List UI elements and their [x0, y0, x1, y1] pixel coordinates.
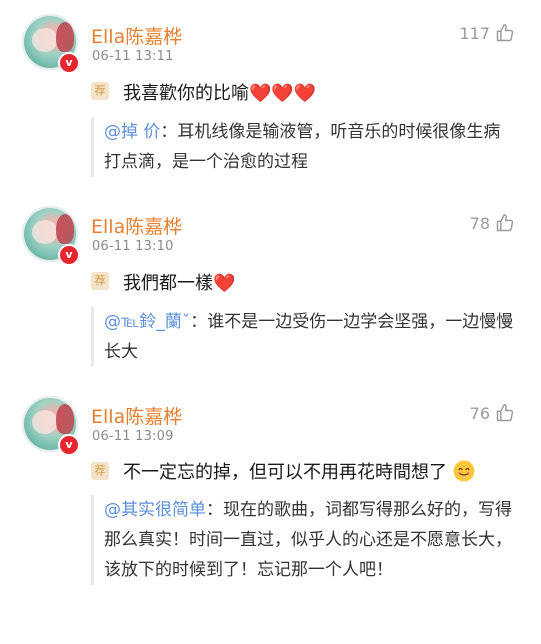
username[interactable]: Ella陈嘉桦	[91, 212, 182, 239]
avatar-face	[32, 410, 58, 434]
recommend-tag: 荐	[91, 82, 109, 100]
heart-emoji: ❤️❤️❤️	[249, 83, 317, 104]
username[interactable]: Ella陈嘉桦	[91, 402, 182, 429]
comment-text: 我喜歡你的比喻❤️❤️❤️	[123, 79, 316, 105]
quoted-reply[interactable]: @℡鈴_蘭ˇ：谁不是一边受伤一边学会坚强，一边慢慢长大	[91, 307, 514, 367]
comment-list: v Ella陈嘉桦 06-11 13:11 117 荐 我喜歡你的比喻❤️❤️❤…	[0, 0, 541, 644]
comment-text-content: 不一定忘的掉，但可以不用再花時間想了	[123, 462, 447, 483]
like-button[interactable]: 78	[470, 213, 515, 233]
reply-username[interactable]: @掉 价	[104, 122, 160, 142]
verified-v-badge-icon: v	[58, 244, 80, 266]
like-button[interactable]: 76	[470, 403, 515, 423]
avatar-hair	[56, 214, 74, 244]
avatar-face	[32, 220, 58, 244]
reply-username[interactable]: @其实很简单	[104, 500, 206, 520]
thumbs-up-icon	[496, 403, 514, 422]
comment-text: 我們都一樣❤️	[123, 269, 235, 295]
like-button[interactable]: 117	[459, 23, 515, 43]
recommend-tag: 荐	[91, 462, 109, 480]
thumbs-up-icon	[496, 23, 514, 42]
comment-text-content: 我們都一樣	[123, 273, 213, 294]
recommend-tag: 荐	[91, 272, 109, 290]
smiling-face-emoji-icon	[453, 460, 475, 482]
comment-text: 不一定忘的掉，但可以不用再花時間想了	[123, 458, 475, 484]
reply-username[interactable]: @℡鈴_蘭ˇ	[104, 312, 190, 332]
heart-emoji: ❤️	[213, 273, 236, 294]
like-count: 76	[469, 403, 490, 423]
comment-text-content: 我喜歡你的比喻	[123, 83, 249, 104]
timestamp: 06-11 13:09	[92, 429, 174, 444]
quoted-reply[interactable]: @掉 价：耳机线像是输液管，听音乐的时候很像生病打点滴，是一个治愈的过程	[91, 117, 514, 177]
username[interactable]: Ella陈嘉桦	[91, 22, 182, 49]
verified-v-badge-icon: v	[58, 52, 80, 74]
quoted-reply[interactable]: @其实很简单：现在的歌曲，词都写得那么好的，写得那么真实！时间一直过，似乎人的心…	[91, 495, 514, 585]
verified-v-badge-icon: v	[58, 434, 80, 456]
thumbs-up-icon	[496, 213, 514, 232]
avatar-face	[32, 28, 58, 52]
like-count: 78	[469, 213, 490, 233]
reply-text: ：耳机线像是输液管，听音乐的时候很像生病打点滴，是一个治愈的过程	[104, 122, 501, 172]
like-count: 117	[459, 23, 490, 43]
timestamp: 06-11 13:10	[92, 239, 174, 254]
avatar-hair	[56, 404, 74, 434]
timestamp: 06-11 13:11	[92, 49, 174, 64]
avatar-hair	[56, 22, 74, 52]
